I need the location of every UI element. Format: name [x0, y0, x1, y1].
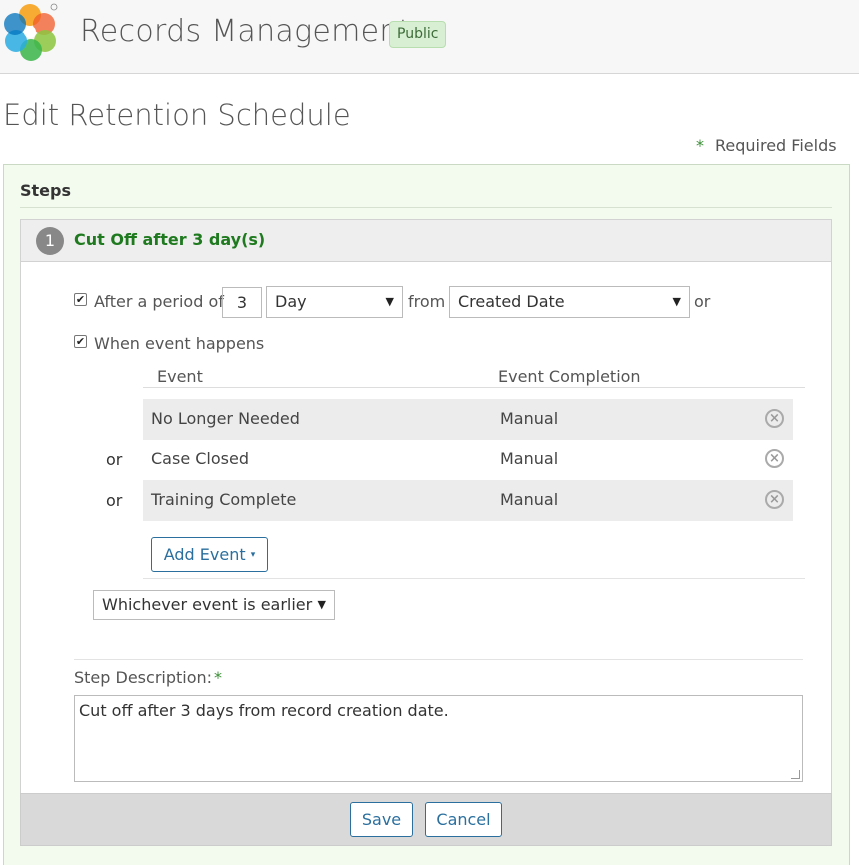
event-name: Case Closed: [151, 449, 249, 468]
event-combination-select[interactable]: Whichever event is earlier ▼: [93, 590, 335, 620]
step-description-label: Step Description:: [74, 668, 213, 687]
remove-event-icon[interactable]: ×: [765, 409, 784, 428]
resize-handle-icon[interactable]: [791, 770, 800, 779]
chevron-down-icon: ▼: [672, 295, 681, 308]
period-label: After a period of: [94, 292, 224, 311]
required-star: *: [214, 668, 222, 687]
remove-event-icon[interactable]: ×: [765, 449, 784, 468]
required-star: *: [696, 136, 704, 155]
divider: [143, 387, 805, 388]
alfresco-logo-icon[interactable]: [2, 3, 58, 61]
step-title[interactable]: Cut Off after 3 day(s): [74, 230, 265, 249]
event-name: No Longer Needed: [151, 409, 300, 428]
step-number-badge: 1: [36, 227, 64, 255]
event-checkbox[interactable]: ✔: [74, 335, 87, 348]
chevron-down-icon: ▼: [317, 598, 326, 611]
event-completion: Manual: [500, 490, 559, 509]
event-row: Training Complete Manual ×: [143, 480, 793, 521]
event-label: When event happens: [94, 334, 265, 353]
or-label: or: [694, 292, 711, 311]
steps-heading: Steps: [20, 181, 71, 200]
divider: [74, 659, 803, 660]
add-event-button[interactable]: Add Event ▾: [151, 537, 268, 572]
event-row: No Longer Needed Manual ×: [143, 399, 793, 440]
page-title: Edit Retention Schedule: [3, 98, 351, 132]
from-date-value: Created Date: [458, 292, 565, 311]
event-or-label: or: [106, 491, 123, 510]
divider: [20, 207, 832, 208]
event-completion-column-header: Event Completion: [498, 367, 641, 386]
period-unit-value: Day: [275, 292, 307, 311]
save-button[interactable]: Save: [350, 802, 413, 837]
event-completion: Manual: [500, 449, 559, 468]
required-fields-label: Required Fields: [715, 136, 837, 155]
step-description-textarea[interactable]: Cut off after 3 days from record creatio…: [74, 695, 803, 782]
period-unit-select[interactable]: Day ▼: [266, 286, 403, 318]
event-name: Training Complete: [151, 490, 297, 509]
add-event-label: Add Event: [163, 545, 246, 564]
from-label: from: [408, 292, 446, 311]
period-value-input[interactable]: 3: [222, 287, 262, 318]
cancel-button[interactable]: Cancel: [425, 802, 502, 837]
step-description-value: Cut off after 3 days from record creatio…: [79, 701, 449, 720]
period-checkbox[interactable]: ✔: [74, 293, 87, 306]
event-or-label: or: [106, 450, 123, 469]
site-visibility-badge: Public: [389, 21, 447, 48]
event-column-header: Event: [157, 367, 203, 386]
from-date-select[interactable]: Created Date ▼: [449, 286, 690, 318]
divider: [143, 578, 805, 579]
app-title: Records Management: [80, 14, 411, 49]
event-row: Case Closed Manual ×: [143, 439, 793, 480]
event-combination-value: Whichever event is earlier: [102, 595, 313, 614]
remove-event-icon[interactable]: ×: [765, 490, 784, 509]
chevron-down-icon: ▼: [385, 295, 394, 308]
event-completion: Manual: [500, 409, 559, 428]
caret-down-icon: ▾: [250, 550, 256, 560]
